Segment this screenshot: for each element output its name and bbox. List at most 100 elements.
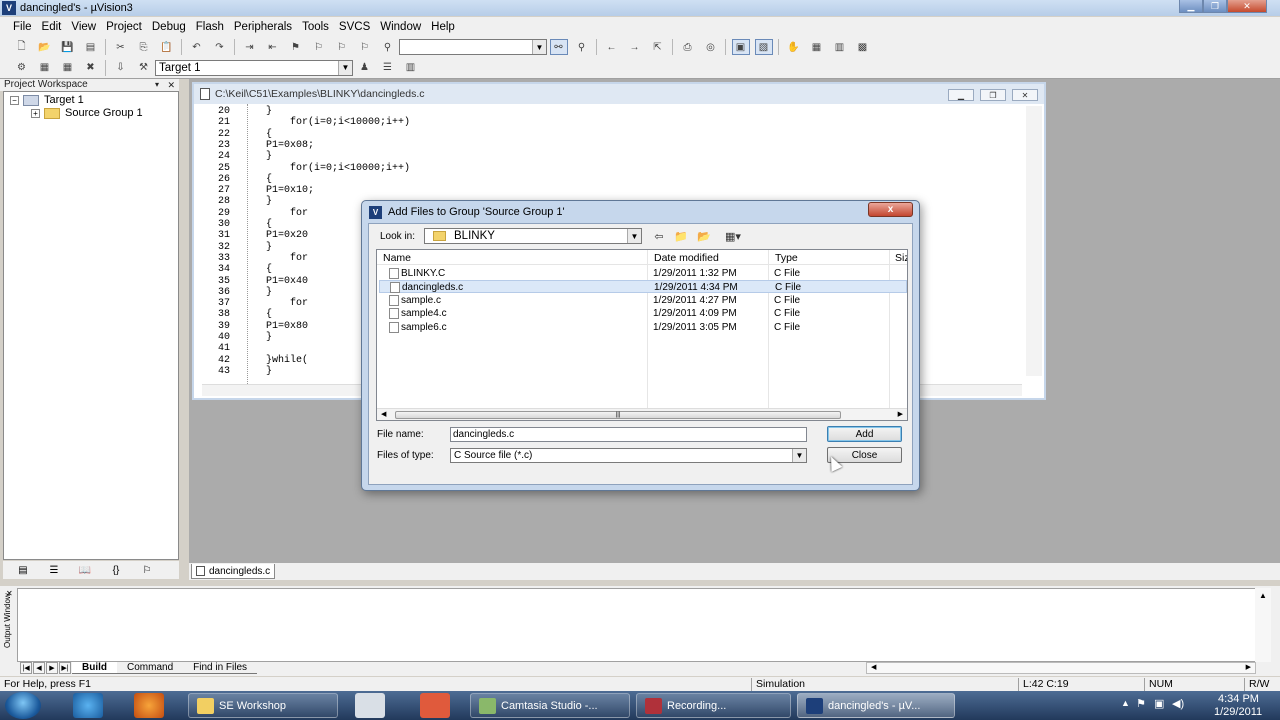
scroll-thumb[interactable]: |||: [395, 411, 841, 419]
menu-project[interactable]: Project: [101, 21, 147, 33]
menu-flash[interactable]: Flash: [191, 21, 229, 33]
scroll-left-icon[interactable]: ◀: [871, 663, 876, 671]
back-icon[interactable]: ⇦: [650, 228, 668, 244]
menu-window[interactable]: Window: [375, 21, 426, 33]
maximize-button[interactable]: ❐: [1203, 0, 1227, 13]
file-row[interactable]: dancingleds.c 1/29/2011 4:34 PM C File: [379, 280, 907, 294]
hand-icon[interactable]: ✋: [785, 39, 803, 55]
expand-icon[interactable]: +: [31, 108, 40, 118]
target-select[interactable]: Target 1 ▼: [155, 59, 353, 76]
cut-icon[interactable]: ✂: [112, 39, 130, 55]
internet-explorer-icon[interactable]: [73, 693, 103, 718]
chevron-down-icon[interactable]: ▼: [627, 229, 641, 243]
output-text-area[interactable]: [17, 588, 1271, 662]
editor-restore-button[interactable]: ❐: [980, 89, 1006, 101]
indent-icon[interactable]: ⇥: [241, 39, 259, 55]
registers-icon[interactable]: ▥: [831, 39, 849, 55]
config-icon[interactable]: ▩: [854, 39, 872, 55]
prev-tab-icon[interactable]: ◀: [33, 662, 45, 674]
rebuild-icon[interactable]: ▦: [59, 60, 77, 76]
menu-view[interactable]: View: [66, 21, 101, 33]
editor-tab-dancingleds[interactable]: dancingleds.c: [191, 564, 276, 579]
copy-icon[interactable]: ⎘: [135, 39, 153, 55]
print-icon[interactable]: ⎙: [679, 39, 697, 55]
last-tab-icon[interactable]: ▶|: [59, 662, 71, 674]
clock-date[interactable]: 1/29/2011: [1214, 706, 1262, 718]
add-button[interactable]: Add: [827, 426, 902, 442]
task-uvision[interactable]: dancingled's - µV...: [797, 693, 955, 718]
tab-find-in-files[interactable]: Find in Files: [183, 662, 258, 674]
column-type[interactable]: Type: [775, 252, 798, 264]
open-file-icon[interactable]: 📂: [36, 39, 54, 55]
build-icon[interactable]: ▦: [36, 60, 54, 76]
editor-minimize-button[interactable]: ▁: [948, 89, 974, 101]
menu-file[interactable]: File: [0, 21, 37, 33]
find-in-files-icon[interactable]: ⚲: [379, 39, 397, 55]
menu-edit[interactable]: Edit: [37, 21, 67, 33]
next-tab-icon[interactable]: ▶: [46, 662, 58, 674]
bookmark-toggle-icon[interactable]: ⚑: [287, 39, 305, 55]
find-combo[interactable]: ▼: [399, 39, 547, 55]
regs-tab-icon[interactable]: ☰: [42, 562, 66, 578]
clock-time[interactable]: 4:34 PM: [1218, 693, 1259, 705]
new-folder-icon[interactable]: 📂: [695, 228, 713, 244]
menu-help[interactable]: Help: [426, 21, 460, 33]
view-menu-icon[interactable]: ▦▾: [719, 228, 747, 244]
firefox-icon[interactable]: [134, 693, 164, 718]
chevron-down-icon[interactable]: ▼: [338, 60, 352, 75]
chevron-down-icon[interactable]: ▾: [155, 79, 159, 91]
file-name-input[interactable]: dancingleds.c: [450, 427, 807, 442]
tab-command[interactable]: Command: [117, 662, 184, 674]
tab-build[interactable]: Build: [72, 662, 117, 674]
column-size[interactable]: Siz: [895, 252, 907, 264]
start-button-icon[interactable]: [5, 692, 41, 719]
tree-item-target[interactable]: − Target 1: [10, 94, 84, 106]
zoom-icon[interactable]: ◎: [702, 39, 720, 55]
file-row[interactable]: BLINKY.C 1/29/2011 1:32 PM C File: [379, 267, 907, 280]
editor-vertical-scrollbar[interactable]: [1026, 106, 1042, 376]
binoculars-icon[interactable]: ⚯: [549, 39, 568, 55]
output-horizontal-scrollbar[interactable]: ◀ ▶: [866, 662, 1256, 674]
chevron-down-icon[interactable]: ▼: [792, 449, 806, 462]
file-row[interactable]: sample.c 1/29/2011 4:27 PM C File: [379, 294, 907, 307]
memory-icon[interactable]: ▦: [808, 39, 826, 55]
files-tab-icon[interactable]: ▤: [11, 562, 35, 578]
menu-tools[interactable]: Tools: [297, 21, 334, 33]
column-name[interactable]: Name: [383, 252, 411, 264]
flag-icon[interactable]: ⚑: [1136, 697, 1146, 710]
save-all-icon[interactable]: ▤: [82, 39, 100, 55]
minimize-button[interactable]: ▁: [1179, 0, 1203, 13]
manage-components-icon[interactable]: ♟: [356, 60, 374, 76]
scroll-left-icon[interactable]: ◀: [381, 410, 386, 418]
scroll-right-icon[interactable]: ▶: [898, 410, 903, 418]
powerpoint-icon[interactable]: [420, 693, 450, 718]
navigate-back-icon[interactable]: ←: [603, 39, 621, 55]
task-se-workshop[interactable]: SE Workshop: [188, 693, 338, 718]
navigate-forward-icon[interactable]: →: [626, 39, 644, 55]
new-file-icon[interactable]: 🗋: [13, 39, 31, 55]
paste-icon[interactable]: 📋: [158, 39, 176, 55]
file-extensions-icon[interactable]: ☰: [379, 60, 397, 76]
file-row[interactable]: sample6.c 1/29/2011 3:05 PM C File: [379, 321, 907, 334]
find-icon[interactable]: ⚲: [573, 39, 591, 55]
books-tab-icon[interactable]: 📖: [73, 562, 97, 578]
redo-icon[interactable]: ↷: [211, 39, 229, 55]
tree-item-source-group[interactable]: + Source Group 1: [31, 107, 143, 119]
column-date[interactable]: Date modified: [654, 252, 719, 264]
scroll-right-icon[interactable]: ▶: [1246, 663, 1251, 671]
output-vertical-scrollbar[interactable]: ▲: [1255, 588, 1271, 662]
menu-svcs[interactable]: SVCS: [334, 21, 375, 33]
multi-project-icon[interactable]: ▥: [402, 60, 420, 76]
chevron-down-icon[interactable]: ▼: [532, 40, 546, 54]
bookmark-next-icon[interactable]: ⚐: [310, 39, 328, 55]
functions-tab-icon[interactable]: {}: [104, 562, 128, 578]
up-folder-icon[interactable]: 📁: [672, 228, 690, 244]
look-in-select[interactable]: BLINKY ▼: [424, 228, 642, 244]
media-player-icon[interactable]: [355, 693, 385, 718]
close-icon[interactable]: ✕: [167, 79, 175, 91]
close-window-button[interactable]: ✕: [1227, 0, 1267, 13]
unindent-icon[interactable]: ⇤: [264, 39, 282, 55]
volume-icon[interactable]: ◀): [1172, 697, 1184, 710]
task-camtasia[interactable]: Camtasia Studio -...: [470, 693, 630, 718]
task-recording[interactable]: Recording...: [636, 693, 791, 718]
